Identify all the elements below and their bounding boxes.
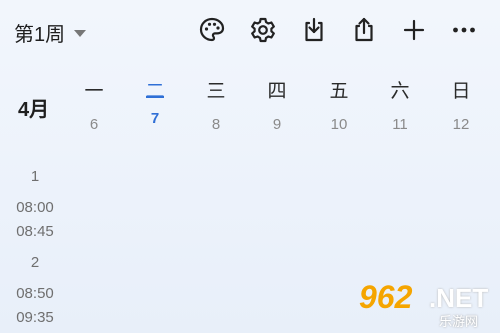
- period-2[interactable]: 2 08:50 09:35: [0, 254, 70, 330]
- day-column-fri[interactable]: 五 10: [319, 80, 359, 133]
- week-label: 第1周: [14, 24, 66, 46]
- day-name: 五: [329, 81, 349, 102]
- day-name: 日: [451, 81, 471, 102]
- gear-icon[interactable]: [247, 14, 279, 46]
- period-number: 1: [30, 168, 40, 185]
- day-column-tue-today[interactable]: 二 7: [135, 80, 175, 127]
- period-end-time: 09:35: [16, 309, 54, 326]
- period-end-time: 08:45: [16, 223, 54, 240]
- share-icon[interactable]: [348, 14, 380, 46]
- day-date: 11: [392, 116, 408, 133]
- top-toolbar: 第1周: [0, 0, 500, 62]
- month-label: 4月: [18, 99, 50, 121]
- more-icon[interactable]: [448, 14, 480, 46]
- dropdown-caret-icon: [74, 30, 87, 37]
- week-header: 4月 一 6 二 7 三 8 四 9 五 10 六 11 日 12: [0, 70, 500, 140]
- period-start-time: 08:00: [16, 199, 54, 216]
- day-name: 四: [267, 81, 287, 102]
- site-watermark: 962 .NET 乐游网: [357, 277, 492, 329]
- watermark-net: .NET: [429, 283, 489, 313]
- day-column-thu[interactable]: 四 9: [257, 80, 297, 133]
- day-column-wed[interactable]: 三 8: [196, 80, 236, 133]
- day-name: 三: [206, 81, 226, 102]
- period-number: 2: [30, 254, 40, 271]
- day-column-mon[interactable]: 一 6: [74, 80, 114, 133]
- day-date: 6: [89, 116, 99, 133]
- period-1[interactable]: 1 08:00 08:45: [0, 168, 70, 244]
- watermark-site: 乐游网: [439, 314, 479, 329]
- download-icon[interactable]: [298, 14, 330, 46]
- day-column-sun[interactable]: 日 12: [441, 80, 481, 133]
- palette-icon[interactable]: [196, 14, 228, 46]
- week-selector[interactable]: 第1周: [14, 18, 87, 47]
- day-date: 10: [330, 116, 348, 133]
- day-name: 二: [145, 81, 165, 102]
- plus-icon[interactable]: [398, 14, 430, 46]
- day-column-sat[interactable]: 六 11: [380, 80, 420, 133]
- period-start-time: 08:50: [16, 285, 54, 302]
- day-name: 六: [390, 81, 410, 102]
- day-date: 8: [211, 116, 221, 133]
- day-date: 9: [272, 116, 282, 133]
- day-date: 12: [452, 116, 470, 133]
- day-name: 一: [84, 81, 104, 102]
- watermark-number: 962: [359, 279, 413, 315]
- day-date: 7: [150, 110, 160, 127]
